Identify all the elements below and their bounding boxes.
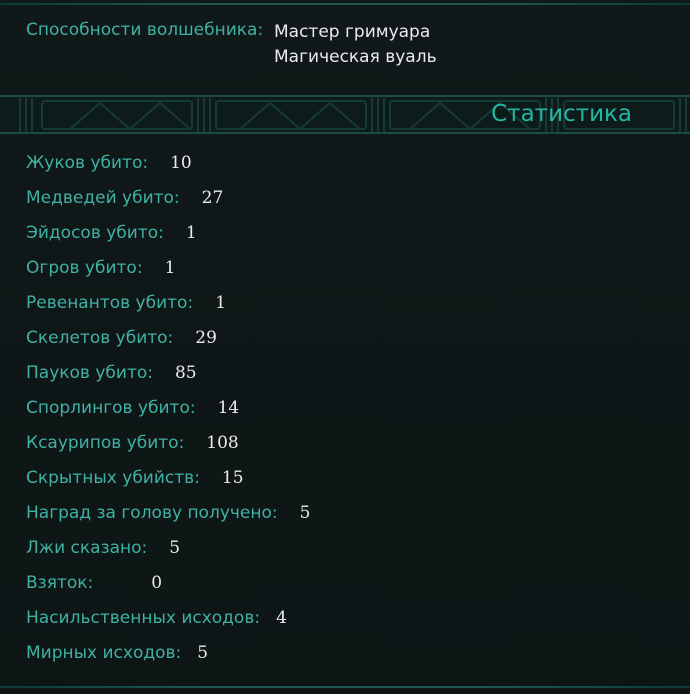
stat-value: 108 bbox=[206, 433, 239, 453]
statistics-header-banner: Статистика bbox=[0, 95, 690, 135]
stat-value: 1 bbox=[185, 223, 197, 243]
stat-label: Скрытных убийств: bbox=[26, 468, 200, 488]
stat-row: Мирных исходов: 5 bbox=[26, 636, 666, 671]
stat-row: Спорлингов убито: 14 bbox=[26, 391, 666, 426]
stat-label: Скелетов убито: bbox=[26, 328, 174, 348]
stat-label: Мирных исходов: bbox=[26, 643, 182, 663]
stat-label: Наград за голову получено: bbox=[26, 503, 278, 523]
stat-row: Жуков убито: 10 bbox=[26, 146, 666, 181]
top-divider bbox=[0, 3, 690, 5]
stat-row: Ксаурипов убито: 108 bbox=[26, 426, 666, 461]
stat-row: Скелетов убито: 29 bbox=[26, 321, 666, 356]
stat-row: Пауков убито: 85 bbox=[26, 356, 666, 391]
stat-value: 5 bbox=[299, 503, 311, 523]
stat-value: 0 bbox=[151, 573, 163, 593]
abilities-list: Мастер гримуара Магическая вуаль bbox=[274, 20, 437, 70]
stat-row: Наград за голову получено: 5 bbox=[26, 496, 666, 531]
stat-label: Медведей убито: bbox=[26, 188, 180, 208]
stat-label: Ревенантов убито: bbox=[26, 293, 194, 313]
stat-label: Жуков убито: bbox=[26, 153, 149, 173]
stat-value: 5 bbox=[197, 643, 209, 663]
stat-row: Медведей убито: 27 bbox=[26, 181, 666, 216]
stat-value: 85 bbox=[174, 363, 197, 383]
section-title: Статистика bbox=[491, 101, 632, 127]
stat-value: 14 bbox=[217, 398, 240, 418]
stat-value: 4 bbox=[276, 608, 287, 628]
stat-value: 15 bbox=[221, 468, 244, 488]
stat-row: Лжи сказано: 5 bbox=[26, 531, 666, 566]
bottom-divider bbox=[0, 686, 690, 688]
stat-row: Взяток: 0 bbox=[26, 566, 666, 601]
ability-item: Мастер гримуара bbox=[274, 22, 431, 42]
stat-value: 1 bbox=[164, 258, 176, 278]
stat-value: 5 bbox=[169, 538, 181, 558]
stat-value: 27 bbox=[201, 188, 224, 208]
stat-row: Скрытных убийств: 15 bbox=[26, 461, 666, 496]
stat-label: Огров убито: bbox=[26, 258, 143, 278]
ability-item: Магическая вуаль bbox=[274, 47, 437, 67]
stat-row: Ревенантов убито: 1 bbox=[26, 286, 666, 321]
stat-label: Эйдосов убито: bbox=[26, 223, 164, 243]
stat-row: Эйдосов убито: 1 bbox=[26, 216, 666, 251]
stat-label: Насильственных исходов: bbox=[26, 608, 261, 628]
statistics-panel: Способности волшебника: Мастер гримуара … bbox=[0, 0, 690, 694]
stat-label: Спорлингов убито: bbox=[26, 398, 196, 418]
stat-row: Насильственных исходов: 4 bbox=[26, 601, 666, 636]
stat-value: 10 bbox=[170, 153, 192, 173]
stat-label: Лжи сказано: bbox=[26, 538, 148, 558]
stat-row: Огров убито: 1 bbox=[26, 251, 666, 286]
wizard-abilities: Способности волшебника: Мастер гримуара … bbox=[26, 20, 666, 74]
stat-label: Пауков убито: bbox=[26, 363, 153, 383]
abilities-label: Способности волшебника: bbox=[26, 20, 264, 40]
stat-label: Взяток: bbox=[26, 573, 94, 593]
stat-value: 29 bbox=[195, 328, 217, 348]
stat-value: 1 bbox=[215, 293, 227, 313]
stat-label: Ксаурипов убито: bbox=[26, 433, 185, 453]
stats-list: Жуков убито: 10 Медведей убито: 27 Эйдосов… bbox=[26, 146, 666, 671]
